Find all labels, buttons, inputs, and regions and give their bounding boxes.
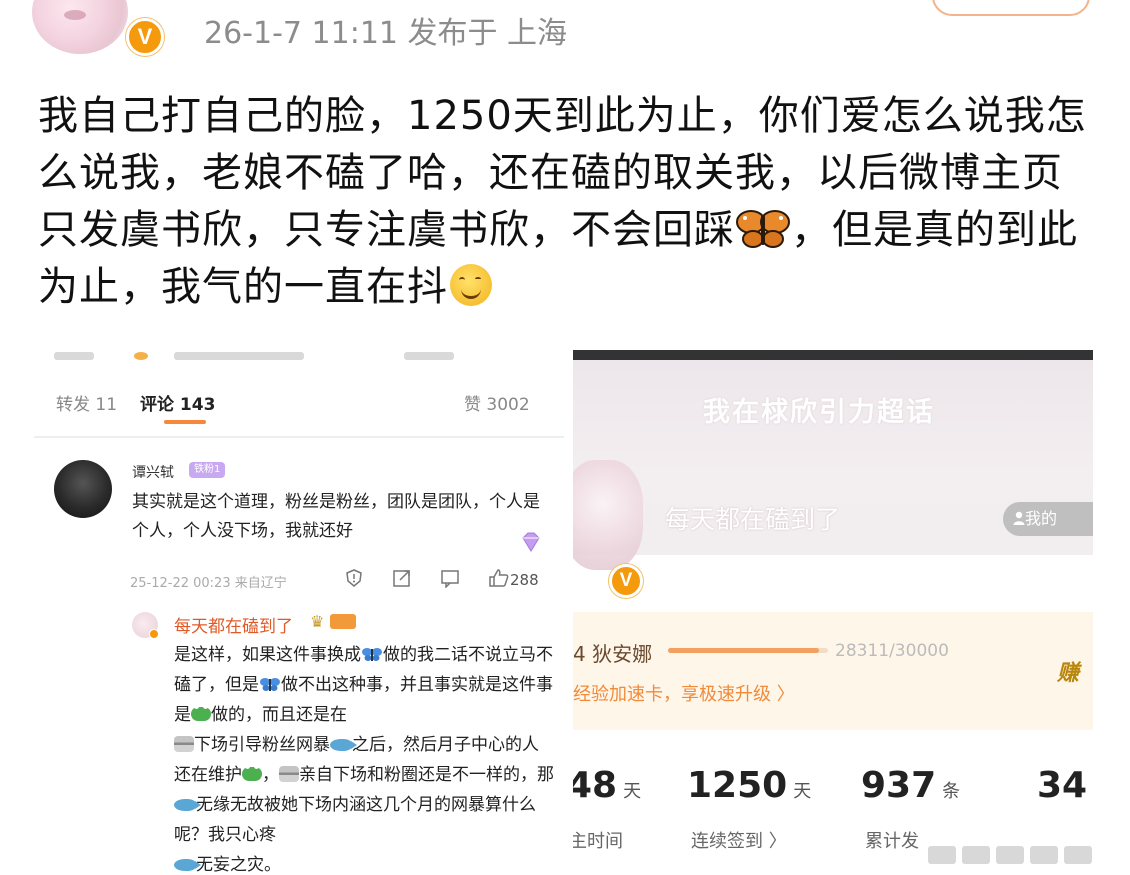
person-icon — [1013, 511, 1025, 525]
weibo-watermark — [928, 842, 1118, 868]
stat-fourth-number: 34 — [1037, 765, 1088, 806]
gem-icon — [522, 532, 540, 552]
crown-icon: ♛ — [310, 612, 325, 631]
super-topic-title: 我在梂欣引力超话 — [703, 397, 935, 428]
reply-seg: 做的，而且还是在 — [211, 705, 347, 725]
frog-icon — [242, 764, 262, 781]
reply-seg: 无缘无故被她下场内涵这几个月的网暴算什么呢？我只心疼 — [174, 795, 536, 845]
level-name: 4 狄安娜 — [573, 642, 653, 666]
stat-days-number: 48 天 — [573, 765, 642, 806]
stat-days-label: 主时间 — [573, 831, 623, 852]
top-dark-bar — [573, 350, 1093, 360]
verified-badge-icon: V — [126, 18, 164, 56]
cake-icon — [174, 736, 194, 752]
tab-reposts[interactable]: 转发 11 — [56, 390, 117, 415]
fish-icon — [330, 739, 357, 751]
butterfly-icon — [362, 648, 382, 661]
comments-screenshot: 转发 11 评论 143 赞 3002 谭兴轼 铁粉1 其实就是这个道理，粉丝是… — [34, 350, 564, 875]
profile-name: 每天都在磕到了 — [665, 505, 841, 534]
reply-seg: 亲自下场和粉圈还是不一样的，那 — [299, 765, 554, 785]
butterfly-icon — [736, 210, 790, 248]
replier-avatar[interactable] — [132, 612, 159, 639]
level-progress-text: 28311/30000 — [835, 641, 949, 661]
post-text: 我自己打自己的脸，1250天到此为止，你们爱怎么说我怎么说我，老娘不磕了哈，还在… — [38, 88, 1098, 316]
tab-likes[interactable]: 赞 3002 — [464, 390, 530, 415]
share-icon[interactable] — [392, 568, 412, 588]
active-tab-indicator — [164, 420, 206, 424]
fan-level-badge: 铁粉1 — [189, 462, 226, 478]
fish-icon — [174, 859, 201, 871]
level-progress-fill — [668, 648, 819, 653]
level-card — [573, 612, 1093, 730]
report-icon[interactable] — [344, 568, 364, 588]
stat-checkin-number: 1250 天 — [687, 765, 812, 806]
mascot-image — [573, 460, 643, 570]
stat-posts-label: 累计发 — [865, 831, 919, 852]
comment-icon[interactable] — [440, 568, 460, 588]
smile-icon — [450, 264, 492, 306]
comment-tabs: 转发 11 评论 143 赞 3002 — [34, 386, 564, 426]
butterfly-icon — [260, 678, 280, 691]
comment-text: 其实就是这个道理，粉丝是粉丝，团队是团队，个人是个人，个人没下场，我就还好 — [132, 492, 540, 541]
reply-seg: ， — [262, 765, 279, 785]
follow-button[interactable] — [932, 0, 1090, 16]
verified-badge-icon: V — [609, 564, 643, 598]
cake-icon — [279, 766, 299, 782]
reply-seg: 下场引导粉丝网暴 — [194, 735, 330, 755]
tabs-divider — [34, 436, 564, 438]
stat-posts-number: 937 条 — [861, 765, 961, 806]
tab-comments[interactable]: 评论 143 — [140, 390, 215, 415]
commenter-name[interactable]: 谭兴轼 — [132, 462, 174, 482]
reply-text: 是这样，如果这件事换成 做的我二话不说立马不磕了，但是 做不出这种事，并且事实就是这… — [174, 640, 554, 875]
stat-checkin-label[interactable]: 连续签到 〉 — [691, 827, 787, 853]
like-count: 288 — [510, 571, 539, 589]
post-meta: 26-1-7 11:11 发布于 上海 — [204, 16, 568, 51]
like-icon[interactable] — [488, 568, 510, 588]
fan-badge — [330, 614, 356, 629]
commenter-avatar[interactable] — [54, 460, 112, 518]
author-avatar[interactable] — [32, 0, 128, 54]
level-progress-bar — [668, 648, 828, 653]
earn-link[interactable]: 赚 — [1057, 655, 1079, 687]
my-button-label: 我的 — [1025, 509, 1058, 528]
my-button[interactable]: 我的 — [1003, 502, 1093, 536]
reply-seg: 无妄之灾。 — [196, 855, 281, 875]
reply-seg: 是这样，如果这件事换成 — [174, 645, 361, 665]
comment-meta: 25-12-22 00:23 来自辽宁 — [130, 576, 287, 591]
replier-name[interactable]: 每天都在磕到了 — [174, 612, 293, 637]
cropped-strip — [34, 350, 564, 364]
fish-icon — [174, 799, 201, 811]
frog-icon — [191, 704, 211, 721]
speed-card-link[interactable]: 经验加速卡，享极速升级 〉 — [573, 680, 795, 706]
super-topic-screenshot: 我在梂欣引力超话 每天都在磕到了 我的 V 4 狄安娜 28311/30000 … — [573, 350, 1093, 875]
